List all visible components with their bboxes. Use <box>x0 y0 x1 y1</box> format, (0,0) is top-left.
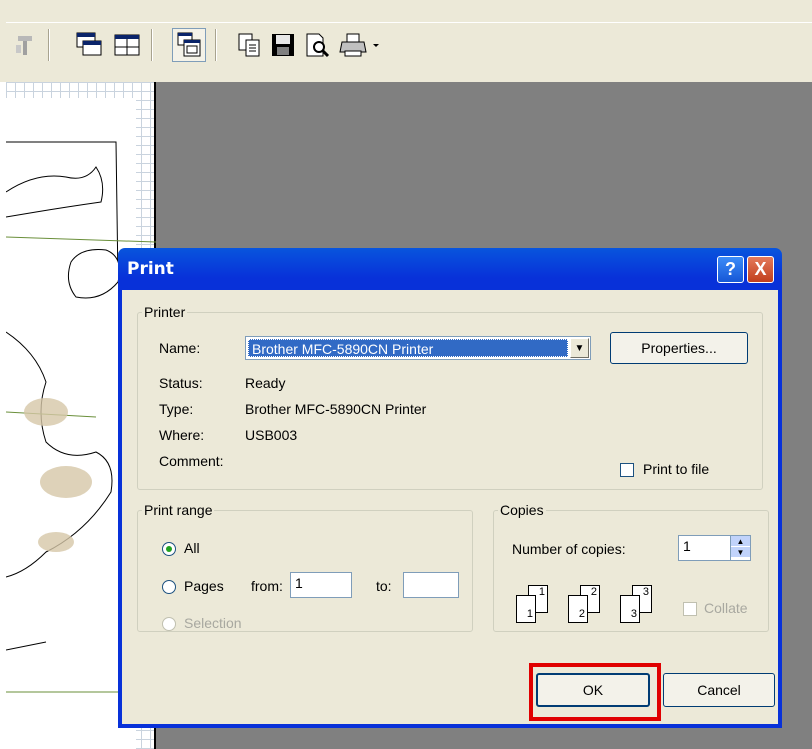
dropdown-arrow-icon[interactable] <box>368 28 384 62</box>
copies-value: 1 <box>683 538 691 554</box>
toolbar-separator <box>215 29 217 61</box>
toolbar-separator <box>151 29 153 61</box>
print-to-file-label[interactable]: Print to file <box>643 461 709 477</box>
help-icon: ? <box>725 259 736 279</box>
copies-legend: Copies <box>500 502 544 518</box>
type-value: Brother MFC-5890CN Printer <box>245 401 427 417</box>
title-buttons: ? X <box>717 256 774 283</box>
dialog-body: Printer Name: Brother MFC-5890CN Printer… <box>122 290 778 724</box>
spin-up-icon[interactable]: ▲ <box>731 536 750 547</box>
all-radio[interactable] <box>162 542 176 556</box>
where-value: USB003 <box>245 427 298 443</box>
page-icon: 2 <box>568 595 588 623</box>
spin-down-icon[interactable]: ▼ <box>731 547 750 558</box>
chevron-down-icon[interactable]: ▼ <box>570 338 589 358</box>
name-label: Name: <box>159 340 201 356</box>
printer-name-value: Brother MFC-5890CN Printer <box>248 339 568 357</box>
printer-name-select[interactable]: Brother MFC-5890CN Printer ▼ <box>245 336 591 360</box>
from-input[interactable]: 1 <box>290 572 352 598</box>
all-label[interactable]: All <box>184 540 200 556</box>
page-icon: 3 <box>620 595 640 623</box>
help-button[interactable]: ? <box>717 256 744 283</box>
toolbar-strip <box>6 22 812 68</box>
close-icon: X <box>754 259 767 279</box>
print-range-legend: Print range <box>144 502 213 518</box>
cancel-button[interactable]: Cancel <box>663 673 775 707</box>
collate-stack-2: 2 2 <box>564 585 616 625</box>
print-preview-icon[interactable] <box>300 28 334 62</box>
toolbar-separator <box>48 29 50 61</box>
to-label: to: <box>376 578 392 594</box>
close-button[interactable]: X <box>747 256 774 283</box>
status-label: Status: <box>159 375 203 391</box>
selection-radio <box>162 617 176 631</box>
print-range-group: Print range <box>137 502 473 632</box>
collate-checkbox <box>683 602 697 616</box>
print-to-file-checkbox[interactable] <box>620 463 634 477</box>
save-icon[interactable] <box>266 28 300 62</box>
comment-label: Comment: <box>159 453 224 469</box>
from-label: from: <box>251 578 283 594</box>
print-dialog: Print ? X Printer Name: Brother MFC-5890… <box>118 248 782 728</box>
page-icon: 1 <box>516 595 536 623</box>
toolbar <box>0 0 812 82</box>
collate-label: Collate <box>704 600 748 616</box>
number-of-copies-label: Number of copies: <box>512 541 626 557</box>
dialog-titlebar[interactable]: Print <box>122 248 778 290</box>
type-label: Type: <box>159 401 194 417</box>
tile-horizontal-icon[interactable] <box>72 28 106 62</box>
copies-spinner[interactable]: ▲ ▼ <box>730 536 750 560</box>
tools-icon[interactable] <box>8 28 42 62</box>
ok-highlight-box <box>529 663 661 721</box>
tile-grid-icon[interactable] <box>110 28 144 62</box>
copy-page-icon[interactable] <box>232 28 266 62</box>
selection-label: Selection <box>184 615 242 631</box>
status-value: Ready <box>245 375 286 391</box>
where-label: Where: <box>159 427 205 443</box>
pages-radio[interactable] <box>162 580 176 594</box>
dialog-title: Print <box>127 259 174 279</box>
printer-legend: Printer <box>144 304 186 320</box>
printer-icon[interactable] <box>336 28 370 62</box>
to-input[interactable] <box>403 572 459 598</box>
collate-stack-1: 1 1 <box>512 585 564 625</box>
pages-label[interactable]: Pages <box>184 578 224 594</box>
copies-input[interactable]: 1 ▲ ▼ <box>678 535 751 561</box>
cascade-windows-icon[interactable] <box>172 28 206 62</box>
collate-stack-3: 3 3 <box>616 585 668 625</box>
properties-button[interactable]: Properties... <box>610 332 748 364</box>
